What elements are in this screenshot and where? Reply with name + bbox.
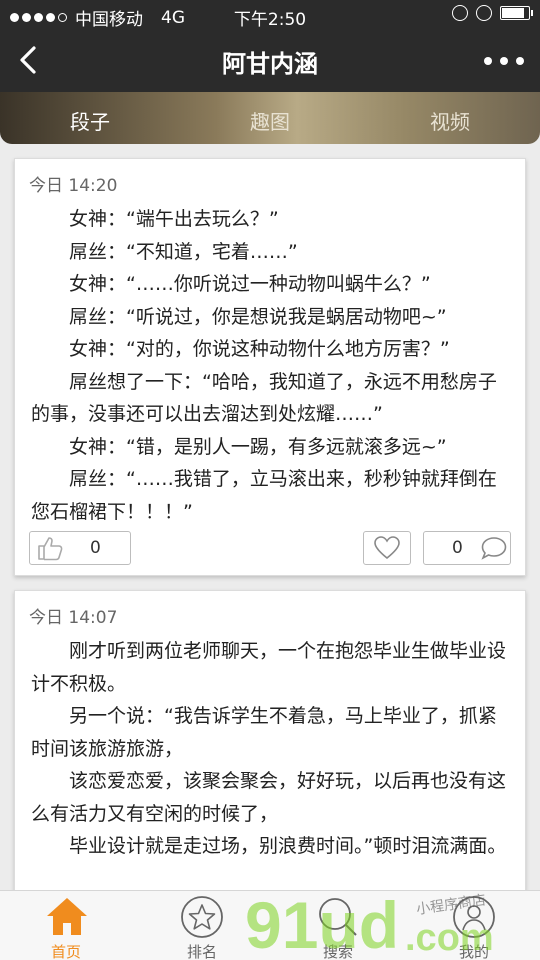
- post-line: 另一个说：“我告诉学生不着急，马上毕业了，抓紧时间该旅游旅游，: [31, 705, 497, 760]
- tab-videos[interactable]: 视频: [400, 106, 500, 135]
- person-icon: [453, 896, 495, 938]
- post-line: 女神：“错，是别人一踢，有多远就滚多远~”: [69, 435, 447, 458]
- comment-bubble-icon: [481, 537, 507, 560]
- post-line: 毕业设计就是走过场，别浪费时间。”顿时泪流满面。: [69, 835, 507, 857]
- post-card: 今日 14:07 刚才听到两位老师聊天，一个在抱怨毕业生做毕业设计不积极。 另一…: [14, 590, 526, 910]
- tab-jokes[interactable]: 段子: [40, 106, 140, 135]
- star-icon: [181, 896, 223, 938]
- back-button[interactable]: [12, 42, 48, 78]
- chevron-left-icon: [20, 46, 36, 74]
- comment-button[interactable]: 0: [423, 531, 511, 565]
- rotation-lock-icon: [452, 5, 468, 21]
- thumbs-up-icon: [38, 537, 63, 561]
- like-button[interactable]: 0: [29, 531, 131, 565]
- bottom-tab-label: 排名: [186, 943, 217, 960]
- post-line: 女神：“端午出去玩么？”: [69, 208, 279, 230]
- more-button[interactable]: [484, 48, 524, 74]
- status-bar: 中国移动 4G 下午2:50: [0, 0, 540, 30]
- post-line: 女神：“对的，你说这种动物什么地方厉害？”: [69, 338, 450, 360]
- status-right: [452, 5, 533, 21]
- post-content: 女神：“端午出去玩么？” 屌丝：“不知道，宅着……” 女神：“……你听说过一种动…: [31, 203, 509, 528]
- home-icon: [47, 898, 87, 935]
- bottom-tab-label: 搜索: [322, 943, 353, 960]
- bottom-tab-ranking[interactable]: 排名: [152, 891, 252, 960]
- post-line: 女神：“……你听说过一种动物叫蜗牛么？”: [69, 273, 431, 295]
- post-content: 刚才听到两位老师聊天，一个在抱怨毕业生做毕业设计不积极。 另一个说：“我告诉学生…: [31, 635, 509, 863]
- post-time: 今日 14:07: [29, 608, 118, 628]
- post-actions: 0 0: [15, 531, 525, 565]
- post-line: 该恋爱恋爱，该聚会聚会，好好玩，以后再也没有这么有活力又有空闲的时候了，: [31, 770, 507, 825]
- navigation-bar: 阿甘内涵: [0, 30, 540, 92]
- battery-icon: [500, 6, 533, 20]
- more-dots-icon: [484, 57, 492, 65]
- search-icon: [319, 898, 357, 936]
- alarm-icon: [476, 5, 492, 21]
- bottom-tab-mine[interactable]: 我的: [424, 891, 524, 960]
- post-line: 屌丝：“听说过，你是想说我是蜗居动物吧~”: [69, 305, 447, 328]
- bottom-tab-label: 首页: [50, 943, 81, 960]
- post-line: 屌丝：“……我错了，立马滚出来，秒秒钟就拜倒在您石榴裙下！！！”: [31, 468, 497, 523]
- category-tabs: 段子 趣图 视频: [0, 92, 540, 144]
- post-line: 刚才听到两位老师聊天，一个在抱怨毕业生做毕业设计不积极。: [31, 640, 507, 695]
- bottom-navigation: 首页 排名 搜索 我的: [0, 890, 540, 960]
- favorite-button[interactable]: [363, 531, 411, 565]
- post-line: 屌丝想了一下：“哈哈，我知道了，永远不用愁房子的事，没事还可以出去溜达到处炫耀……: [31, 370, 497, 426]
- like-count: 0: [90, 538, 101, 558]
- comment-count: 0: [452, 538, 463, 558]
- page-title: 阿甘内涵: [222, 50, 318, 78]
- tab-pictures[interactable]: 趣图: [220, 106, 320, 135]
- post-card: 今日 14:20 女神：“端午出去玩么？” 屌丝：“不知道，宅着……” 女神：“…: [14, 158, 526, 576]
- bottom-tab-search[interactable]: 搜索: [288, 891, 388, 960]
- bottom-tab-home[interactable]: 首页: [16, 891, 116, 960]
- bottom-tab-label: 我的: [458, 943, 489, 960]
- post-line: 屌丝：“不知道，宅着……”: [69, 240, 298, 263]
- heart-icon: [374, 536, 400, 560]
- post-time: 今日 14:20: [29, 176, 118, 196]
